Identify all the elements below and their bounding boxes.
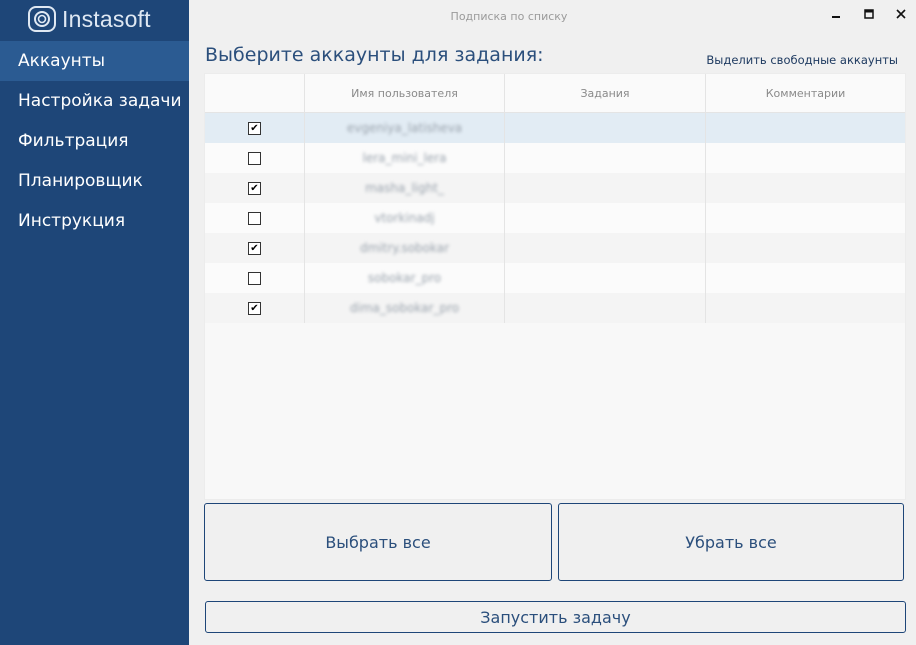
accounts-table: Имя пользователя Задания Комментарии ✔ ev… xyxy=(204,73,906,500)
account-checkbox[interactable] xyxy=(248,211,261,225)
minimize-icon xyxy=(832,16,840,18)
row-check-cell: ✔ xyxy=(205,173,305,203)
close-icon xyxy=(896,9,906,19)
comments-cell xyxy=(706,233,905,263)
start-task-button[interactable]: Запустить задачу xyxy=(205,601,906,633)
logo: Instasoft xyxy=(28,5,151,33)
username: dima_sobokar_pro xyxy=(349,301,460,315)
username-cell: dima_sobokar_pro xyxy=(305,293,505,323)
tasks-cell xyxy=(505,203,706,233)
select-free-accounts-link[interactable]: Выделить свободные аккаунты xyxy=(706,53,898,67)
table-row[interactable]: vtorkinadj xyxy=(205,203,905,233)
sidebar-item-scheduler[interactable]: Планировщик xyxy=(0,161,189,201)
account-checkbox[interactable]: ✔ xyxy=(248,241,261,255)
column-header-check[interactable] xyxy=(205,74,305,112)
account-checkbox[interactable]: ✔ xyxy=(248,301,261,315)
comments-cell xyxy=(706,113,905,143)
username-cell: vtorkinadj xyxy=(305,203,505,233)
column-header-username[interactable]: Имя пользователя xyxy=(305,74,505,112)
row-check-cell xyxy=(205,263,305,293)
account-checkbox[interactable] xyxy=(248,271,261,285)
table-row[interactable]: ✔ dima_sobokar_pro xyxy=(205,293,905,323)
table-header: Имя пользователя Задания Комментарии xyxy=(205,74,905,113)
clear-all-button[interactable]: Убрать все xyxy=(558,503,904,581)
username-cell: masha_light_ xyxy=(305,173,505,203)
tasks-cell xyxy=(505,293,706,323)
table-row[interactable]: lera_mini_lera xyxy=(205,143,905,173)
select-all-button[interactable]: Выбрать все xyxy=(204,503,552,581)
username: dmitry.sobokar xyxy=(359,241,450,255)
row-check-cell xyxy=(205,143,305,173)
tasks-cell xyxy=(505,113,706,143)
comments-cell xyxy=(706,293,905,323)
table-row[interactable]: ✔ dmitry.sobokar xyxy=(205,233,905,263)
username-cell: lera_mini_lera xyxy=(305,143,505,173)
row-check-cell: ✔ xyxy=(205,233,305,263)
maximize-icon xyxy=(864,9,874,19)
window-title: Подписка по списку xyxy=(450,10,568,23)
account-checkbox[interactable]: ✔ xyxy=(248,121,261,135)
account-checkbox[interactable]: ✔ xyxy=(248,181,261,195)
maximize-button[interactable] xyxy=(859,6,879,26)
username: masha_light_ xyxy=(365,181,444,195)
username-cell: dmitry.sobokar xyxy=(305,233,505,263)
username: evgeniya_latisheva xyxy=(346,121,463,135)
sidebar: Instasoft Аккаунты Настройка задачи Филь… xyxy=(0,0,189,645)
title-bar: Подписка по списку xyxy=(189,0,916,32)
tasks-cell xyxy=(505,263,706,293)
username-cell: sobokar_pro xyxy=(305,263,505,293)
account-checkbox[interactable] xyxy=(248,151,261,165)
username-cell: evgeniya_latisheva xyxy=(305,113,505,143)
sidebar-item-task-settings[interactable]: Настройка задачи xyxy=(0,81,189,121)
sidebar-item-filtering[interactable]: Фильтрация xyxy=(0,121,189,161)
table-row[interactable]: ✔ masha_light_ xyxy=(205,173,905,203)
comments-cell xyxy=(706,143,905,173)
username: sobokar_pro xyxy=(367,271,442,285)
table-row[interactable]: sobokar_pro xyxy=(205,263,905,293)
comments-cell xyxy=(706,173,905,203)
sidebar-item-instructions[interactable]: Инструкция xyxy=(0,201,189,241)
table-row[interactable]: ✔ evgeniya_latisheva xyxy=(205,113,905,143)
sidebar-item-accounts[interactable]: Аккаунты xyxy=(0,41,189,81)
row-check-cell: ✔ xyxy=(205,113,305,143)
tasks-cell xyxy=(505,233,706,263)
column-header-comments[interactable]: Комментарии xyxy=(706,74,905,112)
comments-cell xyxy=(706,263,905,293)
instasoft-logo-icon xyxy=(28,6,56,32)
sidebar-nav: Аккаунты Настройка задачи Фильтрация Пла… xyxy=(0,41,189,241)
tasks-cell xyxy=(505,173,706,203)
column-header-tasks[interactable]: Задания xyxy=(505,74,706,112)
page-title: Выберите аккаунты для задания: xyxy=(205,44,544,66)
table-body: ✔ evgeniya_latisheva lera_mini_lera ✔ masha_… xyxy=(205,113,905,323)
tasks-cell xyxy=(505,143,706,173)
minimize-button[interactable] xyxy=(826,6,846,26)
close-button[interactable] xyxy=(891,6,911,26)
username: lera_mini_lera xyxy=(362,151,447,165)
username: vtorkinadj xyxy=(374,211,435,225)
comments-cell xyxy=(706,203,905,233)
row-check-cell: ✔ xyxy=(205,293,305,323)
logo-text: Instasoft xyxy=(62,5,151,32)
row-check-cell xyxy=(205,203,305,233)
